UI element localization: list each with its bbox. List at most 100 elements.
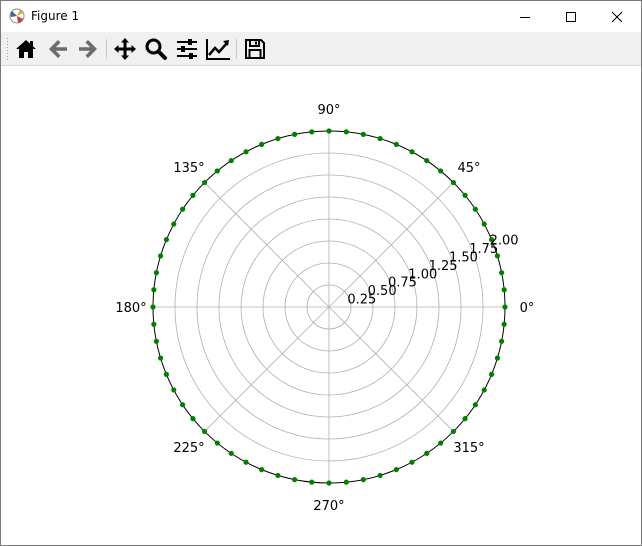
data-point [275, 472, 281, 479]
data-point [409, 149, 415, 155]
data-point [360, 477, 366, 483]
angular-tick-label: 315° [453, 441, 484, 456]
data-point [214, 168, 220, 174]
data-point [502, 304, 508, 310]
angular-tick-labels: 0° 45° 90° 135° 180° 225° 270° 315° [115, 103, 534, 514]
data-point [151, 321, 157, 327]
close-icon [611, 11, 623, 22]
data-point [501, 287, 507, 293]
angular-grid-line [328, 306, 454, 432]
data-point [377, 472, 383, 479]
data-point [424, 450, 430, 456]
data-point [472, 402, 478, 408]
data-point [309, 479, 315, 485]
back-button[interactable] [45, 36, 71, 62]
data-point [243, 149, 249, 155]
pan-button[interactable] [112, 36, 138, 62]
data-point [360, 131, 366, 137]
configure-subplots-button[interactable] [174, 36, 200, 62]
data-point [462, 416, 468, 422]
save-icon [245, 39, 265, 59]
angular-grid-line [204, 182, 330, 308]
figure-window: Figure 1 0.25 0.50 0.75 1.00 1.25 1.50 1… [0, 0, 642, 546]
angular-tick-label: 90° [317, 103, 340, 118]
data-point [163, 371, 169, 377]
toolbar-separator [106, 39, 107, 59]
data-point [292, 477, 298, 483]
zoom-button[interactable] [143, 36, 169, 62]
data-point [424, 158, 430, 164]
home-icon [16, 40, 36, 58]
data-point [450, 428, 457, 435]
polar-plot[interactable]: 0.250.500.751.001.251.501.752.00 0° 45° 90… [1, 66, 641, 545]
data-point [228, 158, 234, 164]
angular-grid-line [204, 306, 330, 432]
data-point [481, 221, 487, 227]
data-point [438, 440, 444, 446]
zoom-icon [145, 38, 167, 60]
data-point [259, 141, 265, 147]
data-point [472, 206, 478, 212]
navigation-toolbar [1, 32, 641, 66]
data-point [163, 237, 169, 243]
data-point [438, 168, 444, 174]
data-point [275, 135, 281, 142]
angular-tick-label: 45° [457, 161, 480, 176]
toolbar-separator [236, 39, 237, 59]
data-point [190, 416, 196, 422]
configure-subplots-icon [177, 39, 197, 59]
figure-canvas[interactable]: 0.25 0.50 0.75 1.00 1.25 1.50 1.75 2.00 0° 45° 90… [1, 66, 641, 545]
data-point [462, 192, 468, 198]
home-button[interactable] [13, 36, 39, 62]
data-point [259, 467, 265, 473]
data-point [171, 387, 177, 393]
save-button[interactable] [242, 36, 268, 62]
data-point [326, 480, 332, 486]
radial-tick-label: 2.00 [490, 234, 519, 249]
data-point [201, 179, 208, 186]
data-point [377, 135, 383, 142]
window-title: Figure 1 [31, 9, 80, 23]
data-point [153, 338, 159, 344]
data-point [292, 131, 298, 137]
data-point [157, 253, 164, 259]
data-point [150, 304, 156, 310]
data-point [151, 287, 157, 293]
data-point [153, 270, 159, 276]
data-point [409, 459, 415, 465]
data-point [494, 355, 501, 361]
angular-tick-label: 135° [173, 161, 204, 176]
angular-tick-label: 270° [313, 499, 344, 514]
data-point [489, 371, 495, 377]
data-point [157, 355, 164, 361]
data-point [309, 129, 315, 135]
data-point [499, 270, 505, 276]
data-point [326, 128, 332, 134]
radial-tick-labels: 0.250.500.751.001.251.501.752.00 [347, 234, 518, 308]
forward-arrow-icon [79, 40, 97, 58]
data-point [393, 467, 399, 473]
edit-axis-button[interactable] [205, 36, 231, 62]
title-bar[interactable]: Figure 1 [1, 1, 641, 32]
data-point [501, 321, 507, 327]
data-point [201, 428, 208, 435]
matplotlib-logo-icon [9, 8, 25, 24]
data-point [481, 387, 487, 393]
data-point [393, 141, 399, 147]
edit-axis-icon [206, 39, 230, 60]
close-button[interactable] [594, 1, 640, 32]
data-point [214, 440, 220, 446]
pan-icon [114, 38, 136, 60]
angular-tick-label: 180° [115, 301, 146, 316]
maximize-icon [566, 11, 576, 22]
data-point [190, 192, 196, 198]
data-point [343, 479, 349, 485]
data-point [180, 206, 186, 212]
toolbar-grip-icon[interactable] [6, 37, 9, 61]
angular-tick-label: 225° [173, 441, 204, 456]
back-arrow-icon [49, 40, 67, 58]
forward-button[interactable] [75, 36, 101, 62]
maximize-button[interactable] [548, 1, 594, 32]
data-point [343, 129, 349, 135]
minimize-button[interactable] [502, 1, 548, 32]
